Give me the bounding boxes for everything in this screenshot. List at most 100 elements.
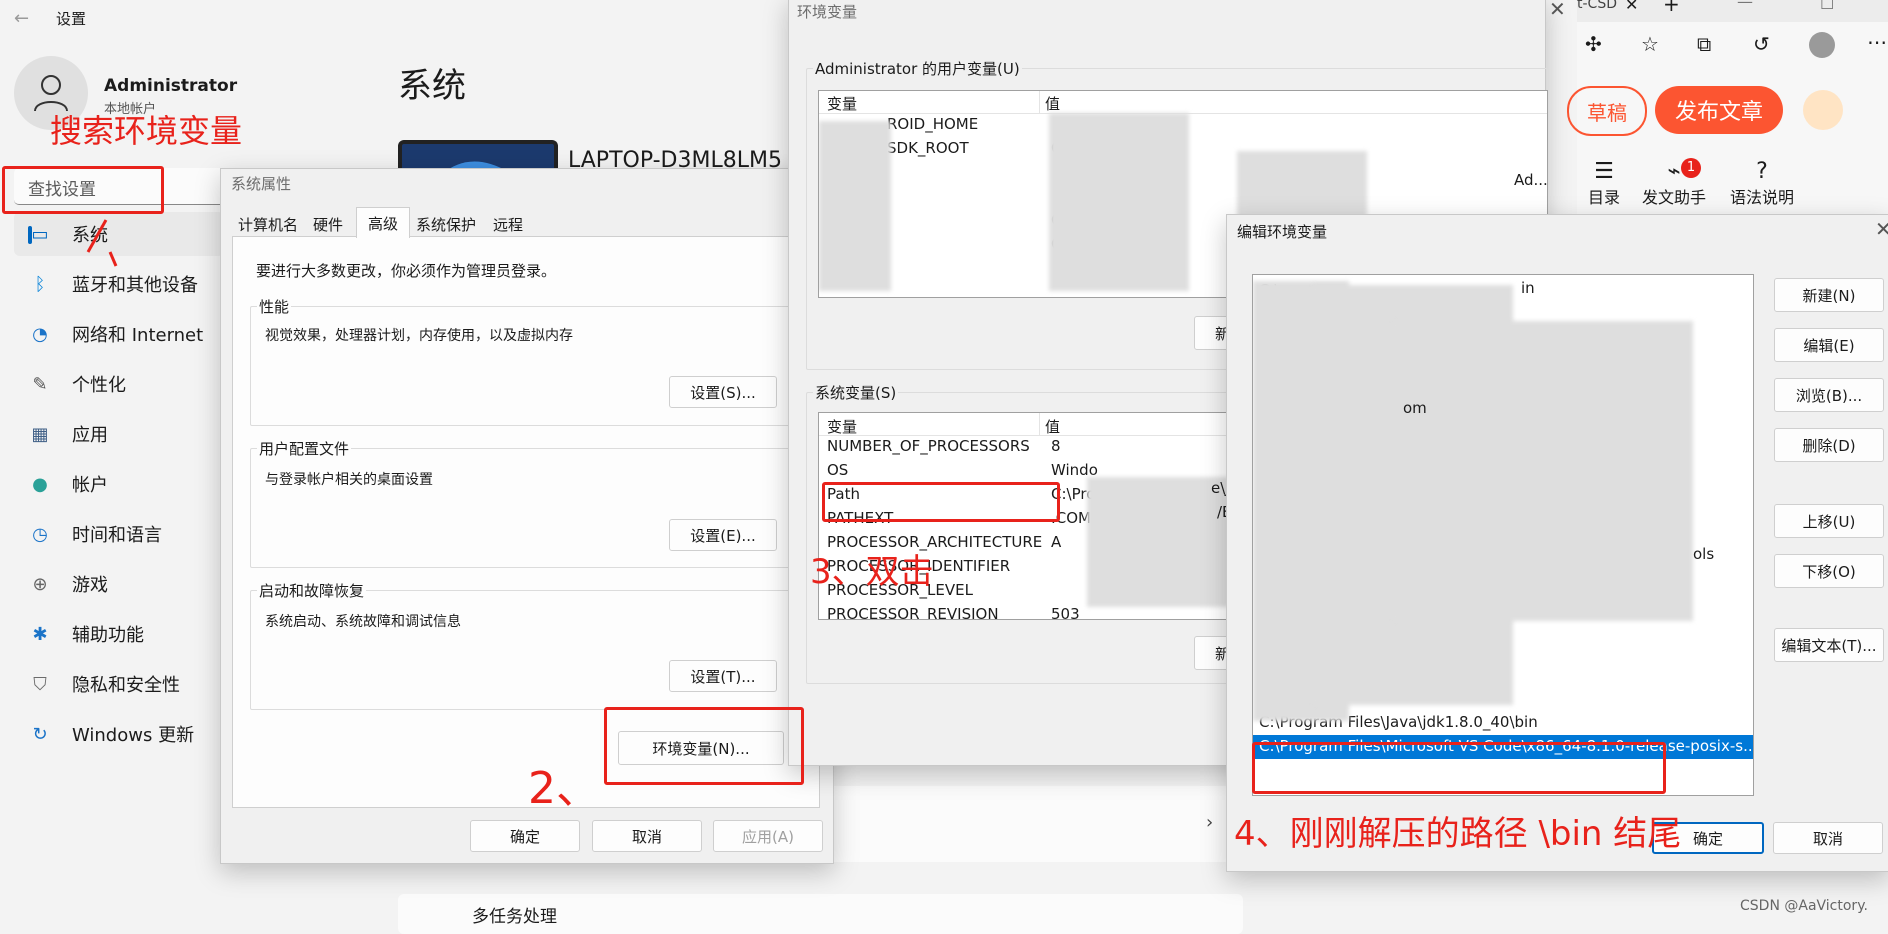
highlight-new-entry [1252, 742, 1666, 794]
window-title: 设置 [56, 10, 87, 28]
edit-button-1[interactable]: 编辑(E) [1774, 328, 1884, 362]
performance-title: 性能 [257, 296, 292, 317]
edit-button-label: 新建(N) [1802, 286, 1856, 305]
close-icon[interactable]: ✕ [1549, 0, 1566, 21]
path-entries-list[interactable]: C:\de\binDC:\Program Files\Java\jdk1.8.0… [1252, 274, 1754, 796]
edit-button-5[interactable]: 下移(O) [1774, 554, 1884, 588]
update-icon: ↻ [32, 723, 48, 745]
nav-item-5[interactable]: ● 帐户 [14, 462, 224, 506]
entry11-tail: ols [1693, 545, 1715, 563]
nav-item-label: 应用 [72, 425, 108, 446]
annotation-search-env: 搜索环境变量 [50, 112, 243, 150]
back-arrow-icon[interactable]: ← [14, 8, 29, 29]
system-vars-title: 系统变量(S) [813, 382, 899, 403]
tool-chart[interactable]: ⌁ 发文助手 1 [1639, 158, 1709, 208]
tool-label: 目录 [1587, 188, 1620, 207]
nav-item-3[interactable]: ✎ 个性化 [14, 362, 224, 406]
history-icon[interactable]: ↺ [1753, 32, 1770, 56]
performance-settings-button[interactable]: 设置(S)... [669, 376, 777, 408]
wifi-icon: ◔ [32, 323, 48, 345]
settings-card-multitask[interactable]: 多任务处理 [398, 894, 1243, 934]
profiles-settings-label: 设置(E)... [690, 526, 756, 545]
col-divider[interactable] [1039, 91, 1040, 113]
edit-button-label: 上移(U) [1802, 512, 1856, 531]
var-name: OS [827, 461, 849, 479]
profiles-settings-button[interactable]: 设置(E)... [669, 519, 777, 551]
sys-col-var-header[interactable]: 变量 [827, 416, 857, 437]
editenv-cancel-label: 取消 [1812, 829, 1843, 848]
sysprops-apply-button[interactable]: 应用(A) [713, 820, 823, 852]
tab-3[interactable]: 系统保护 [412, 211, 480, 237]
collections-icon[interactable]: ⧉ [1697, 32, 1711, 56]
brush-icon: ✎ [32, 373, 48, 395]
maximize-icon[interactable]: ☐ [1820, 0, 1834, 13]
extensions-icon[interactable]: ✣ [1585, 32, 1602, 56]
chevron-right-icon: › [1206, 812, 1214, 833]
startup-desc: 系统启动、系统故障和调试信息 [265, 614, 461, 630]
startup-title: 启动和故障恢复 [257, 580, 367, 601]
nav-item-2[interactable]: ◔ 网络和 Internet [14, 312, 224, 356]
nav-item-4[interactable]: ▦ 应用 [14, 412, 224, 456]
shield-icon: ⛉ [33, 673, 47, 695]
browser-window: t-CSD ✕ + — ☐ ✣ ☆ ⧉ ↺ ⋯ 草稿 发布文章 ☰ 目录 ⌁ 发文助手… [1567, 0, 1888, 230]
nav-item-label: 蓝牙和其他设备 [72, 275, 198, 296]
tool-label: 发文助手 [1641, 188, 1706, 207]
multitask-label: 多任务处理 [472, 907, 557, 927]
nav-item-label: 辅助功能 [72, 625, 144, 646]
publish-label: 发布文章 [1674, 100, 1763, 125]
tab-1[interactable]: 硬件 [304, 211, 352, 237]
nav-item-7[interactable]: ⊕ 游戏 [14, 562, 224, 606]
tool-list[interactable]: ☰ 目录 [1569, 160, 1639, 208]
nav-item-label: 时间和语言 [72, 525, 162, 546]
edit-button-4[interactable]: 上移(U) [1774, 504, 1884, 538]
draft-button[interactable]: 草稿 [1567, 86, 1647, 136]
sysprops-ok-button[interactable]: 确定 [470, 820, 580, 852]
editenv-cancel-button[interactable]: 取消 [1773, 822, 1883, 854]
edit-button-3[interactable]: 删除(D) [1774, 428, 1884, 462]
sysprops-cancel-button[interactable]: 取消 [592, 820, 702, 852]
col-var-header[interactable]: 变量 [827, 93, 857, 114]
tool-help[interactable]: ? 语法说明 [1727, 160, 1797, 208]
user-value-tail: Ad... [1514, 171, 1548, 189]
nav-item-8[interactable]: ✱ 辅助功能 [14, 612, 224, 656]
nav-item-6[interactable]: ◷ 时间和语言 [14, 512, 224, 556]
new-tab-icon[interactable]: + [1663, 0, 1680, 16]
annotation-step2: 2、 [528, 763, 600, 814]
publish-button[interactable]: 发布文章 [1655, 86, 1783, 134]
list-icon: ☰ [1594, 159, 1614, 184]
redaction [819, 121, 891, 291]
tab-0[interactable]: 计算机名 [234, 211, 302, 237]
redaction [1393, 321, 1693, 621]
close-tab-icon[interactable]: ✕ [1625, 0, 1638, 14]
apps-icon: ▦ [31, 423, 49, 445]
sysprops-apply-label: 应用(A) [742, 827, 794, 846]
tab-2[interactable]: 高级 [356, 207, 410, 238]
startup-settings-button[interactable]: 设置(T)... [669, 660, 777, 692]
close-icon[interactable]: ✕ [1875, 217, 1888, 241]
nav-item-10[interactable]: ↻ Windows 更新 [14, 712, 224, 756]
edit-button-0[interactable]: 新建(N) [1774, 278, 1884, 312]
tab-4[interactable]: 远程 [484, 211, 532, 237]
highlight-path-row [822, 482, 1060, 522]
browser-tabstrip: t-CSD ✕ + — ☐ [1577, 0, 1888, 22]
author-avatar[interactable] [1803, 90, 1843, 130]
more-icon[interactable]: ⋯ [1867, 30, 1887, 54]
favorites-icon[interactable]: ☆ [1641, 32, 1659, 56]
edit-button-label: 编辑文本(T)... [1781, 636, 1877, 655]
annotation-step3: 3、双击 [810, 552, 934, 592]
clock-globe-icon: ◷ [32, 523, 48, 545]
nav-item-label: Windows 更新 [72, 725, 195, 746]
edit-button-6[interactable]: 编辑文本(T)... [1774, 628, 1884, 662]
edit-button-2[interactable]: 浏览(B)... [1774, 378, 1884, 412]
minimize-icon[interactable]: — [1737, 0, 1753, 11]
accessibility-icon: ✱ [32, 623, 48, 645]
col-val-header[interactable]: 值 [1045, 93, 1060, 114]
nav-item-9[interactable]: ⛉ 隐私和安全性 [14, 662, 224, 706]
user-vars-header: 变量 值 [819, 91, 1547, 114]
profile-icon[interactable] [1809, 32, 1835, 58]
browser-tab-label[interactable]: t-CSD [1577, 0, 1617, 12]
sys-col-val-header[interactable]: 值 [1045, 416, 1060, 437]
page-title: 系统 [398, 66, 466, 106]
profiles-desc: 与登录帐户相关的桌面设置 [265, 472, 433, 488]
col-divider[interactable] [1039, 413, 1040, 435]
